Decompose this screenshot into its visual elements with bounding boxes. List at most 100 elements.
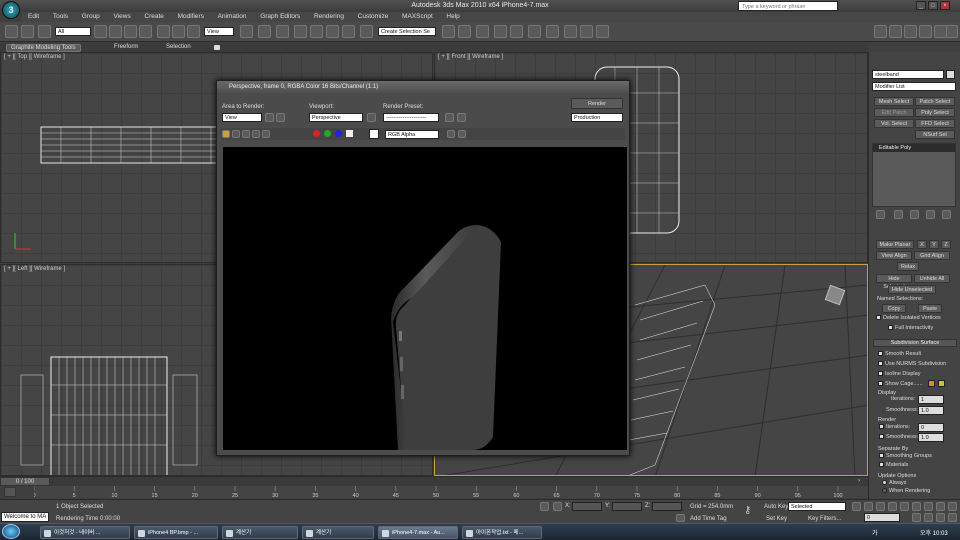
- add-time-tag[interactable]: Add Time Tag: [690, 516, 727, 522]
- menu-create[interactable]: Create: [144, 12, 164, 22]
- undo-icon[interactable]: [5, 25, 18, 38]
- utilities-panel-icon[interactable]: [946, 25, 958, 38]
- maximize-button[interactable]: □: [928, 1, 938, 10]
- y-coordinate-field[interactable]: [612, 502, 642, 511]
- percent-snap-icon[interactable]: [326, 25, 339, 38]
- x-button[interactable]: X: [917, 240, 927, 249]
- task-calculator-2[interactable]: 계산기: [302, 526, 374, 539]
- mesh-select-button[interactable]: Mesh Select: [874, 97, 914, 106]
- menu-graph-editors[interactable]: Graph Editors: [260, 12, 300, 22]
- orbit-icon[interactable]: [936, 513, 945, 522]
- vol-select-button[interactable]: Vol. Select: [874, 119, 914, 128]
- graphite-toggle-icon[interactable]: [494, 25, 507, 38]
- modify-panel-icon[interactable]: [889, 25, 902, 38]
- manipulate-icon[interactable]: [258, 25, 271, 38]
- save-image-icon[interactable]: [222, 130, 230, 138]
- go-to-start-icon[interactable]: [852, 502, 861, 511]
- smooth-result-checkbox[interactable]: Smooth Result: [878, 351, 921, 357]
- pin-stack-icon[interactable]: [876, 210, 885, 219]
- rectangular-selection-icon[interactable]: [124, 25, 137, 38]
- key-mode-dropdown[interactable]: Selected: [788, 502, 846, 511]
- render-button[interactable]: Render: [571, 98, 623, 109]
- time-slider-thumb[interactable]: 0 / 100: [0, 477, 50, 486]
- print-image-icon[interactable]: [252, 130, 260, 138]
- tab-selection[interactable]: Selection: [166, 44, 191, 50]
- subdivision-surface-header[interactable]: Subdivision Surface: [873, 339, 957, 347]
- zoom-all-icon[interactable]: [924, 502, 933, 511]
- hide-selected-button[interactable]: Hide Selected: [876, 274, 912, 290]
- menu-rendering[interactable]: Rendering: [314, 12, 344, 22]
- hide-unselected-button[interactable]: Hide Unselected: [888, 285, 936, 294]
- clone-window-icon[interactable]: [242, 130, 250, 138]
- rendered-frame-window-icon[interactable]: [580, 25, 593, 38]
- auto-region-icon[interactable]: [276, 113, 285, 122]
- app-logo-icon[interactable]: 3: [2, 1, 20, 19]
- task-calculator-1[interactable]: 계산기: [222, 526, 298, 539]
- ribbon-minimize-icon[interactable]: [214, 45, 220, 50]
- show-end-result-icon[interactable]: [894, 210, 903, 219]
- x-coordinate-field[interactable]: [572, 502, 602, 511]
- copy-button[interactable]: Copy: [882, 304, 906, 313]
- curve-editor-icon[interactable]: [510, 25, 523, 38]
- auto-key-button[interactable]: Auto Key: [764, 504, 788, 510]
- lock-selection-icon[interactable]: [540, 502, 549, 511]
- material-editor-icon[interactable]: [546, 25, 559, 38]
- view-align-button[interactable]: View Align: [876, 251, 912, 260]
- close-button[interactable]: ×: [940, 1, 950, 10]
- zoom-icon[interactable]: [912, 502, 921, 511]
- rotate-icon[interactable]: [172, 25, 185, 38]
- y-button[interactable]: Y: [929, 240, 939, 249]
- maximize-viewport-icon[interactable]: [948, 513, 957, 522]
- poly-select-button[interactable]: Poly Select: [915, 108, 955, 117]
- key-filters-button[interactable]: Key Filters...: [808, 516, 841, 522]
- always-radio[interactable]: Always: [882, 480, 906, 486]
- red-channel-icon[interactable]: [313, 130, 320, 137]
- transform-mode-icon[interactable]: [553, 502, 562, 511]
- mirror-icon[interactable]: [442, 25, 455, 38]
- keyboard-shortcut-icon[interactable]: [276, 25, 289, 38]
- render-smoothness-checkbox[interactable]: Smoothness:: [879, 434, 918, 440]
- reference-coordinate-dropdown[interactable]: View: [204, 27, 234, 36]
- production-dropdown[interactable]: Production: [571, 113, 623, 122]
- task-3dsmax[interactable]: iPhone4-7.max - Au...: [378, 526, 458, 539]
- modifier-list-dropdown[interactable]: Modifier List: [872, 82, 956, 91]
- render-smoothness-spinner[interactable]: 1.0: [918, 433, 944, 442]
- render-production-icon[interactable]: [596, 25, 609, 38]
- align-icon[interactable]: [458, 25, 471, 38]
- move-icon[interactable]: [157, 25, 170, 38]
- object-name-field[interactable]: steelband: [872, 70, 944, 79]
- menu-help[interactable]: Help: [446, 12, 459, 22]
- search-input[interactable]: Type a keyword or phrase: [738, 1, 838, 11]
- cage-color-1-swatch[interactable]: [928, 380, 935, 387]
- edit-patch-button[interactable]: Edit Patch: [874, 108, 914, 117]
- z-button[interactable]: Z: [941, 240, 951, 249]
- task-browser[interactable]: 이것저것 - 네이버 ...: [40, 526, 130, 539]
- minimize-button[interactable]: _: [916, 1, 926, 10]
- tab-graphite-modeling-tools[interactable]: Graphite Modeling Tools: [6, 44, 81, 52]
- track-bar[interactable]: 0 5 10 15 20 25 30 35 40 45 50 55 60 65 70 75 80 85 90 95 10…: [34, 486, 868, 498]
- select-by-name-icon[interactable]: [109, 25, 122, 38]
- redo-icon[interactable]: [21, 25, 34, 38]
- smoothing-groups-checkbox[interactable]: Smoothing Groups: [879, 453, 932, 459]
- spinner-snap-icon[interactable]: [342, 25, 355, 38]
- language-indicator[interactable]: 가: [872, 528, 878, 537]
- menu-tools[interactable]: Tools: [53, 12, 68, 22]
- prev-frame-icon[interactable]: [864, 502, 873, 511]
- when-rendering-radio[interactable]: When Rendering: [882, 488, 930, 494]
- layer-manager-icon[interactable]: [476, 25, 489, 38]
- render-iterations-spinner[interactable]: 0: [918, 423, 944, 432]
- lock-icon[interactable]: [367, 113, 376, 122]
- scale-icon[interactable]: [187, 25, 200, 38]
- stack-item-editable-poly[interactable]: Editable Poly: [873, 144, 955, 152]
- toggle-ui-icon[interactable]: [447, 130, 455, 138]
- next-frame-icon[interactable]: ›: [858, 478, 860, 484]
- angle-snap-icon[interactable]: [310, 25, 323, 38]
- menu-views[interactable]: Views: [113, 12, 130, 22]
- menu-modifiers[interactable]: Modifiers: [178, 12, 204, 22]
- start-button[interactable]: [2, 524, 20, 539]
- ffd-select-button[interactable]: FFD Select: [915, 119, 955, 128]
- grid-align-button[interactable]: Grid Align: [914, 251, 950, 260]
- tab-freeform[interactable]: Freeform: [114, 44, 138, 50]
- render-preset-dropdown[interactable]: ----------------------: [383, 113, 439, 122]
- green-channel-icon[interactable]: [324, 130, 331, 137]
